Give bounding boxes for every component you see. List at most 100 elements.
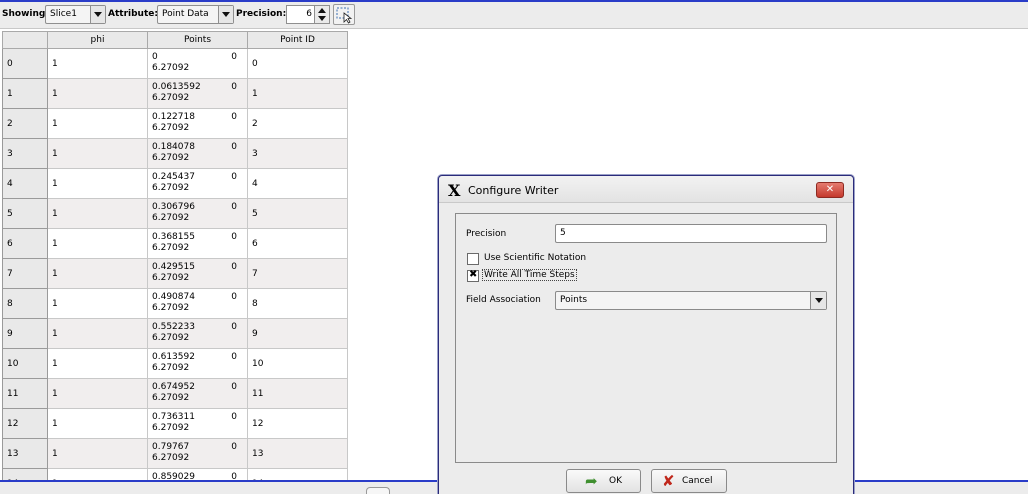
configure-writer-dialog: X Configure Writer ✕ Precision 5 Use Sci… — [438, 175, 854, 494]
cell-points[interactable]: 0.184078 0 6.27092 — [147, 138, 248, 169]
table-row[interactable]: 4 1 0.245437 0 6.27092 4 — [2, 168, 348, 199]
cell-point-id[interactable]: 1 — [247, 78, 348, 109]
write-all-time-steps-checkbox[interactable] — [467, 269, 479, 282]
table-row[interactable]: 12 1 0.736311 0 6.27092 12 — [2, 408, 348, 439]
table-row[interactable]: 1 1 0.0613592 0 6.27092 1 — [2, 78, 348, 109]
cell-phi[interactable]: 1 — [47, 378, 148, 409]
row-index-header[interactable]: 7 — [2, 258, 48, 289]
chevron-down-icon[interactable] — [90, 6, 105, 23]
close-button[interactable]: ✕ — [816, 182, 844, 198]
field-association-combo[interactable]: Points — [555, 291, 827, 310]
row-index-header[interactable]: 0 — [2, 48, 48, 79]
row-index-header[interactable]: 8 — [2, 288, 48, 319]
cell-point-id[interactable]: 5 — [247, 198, 348, 229]
spin-arrows[interactable] — [314, 6, 329, 23]
row-index-header[interactable]: 13 — [2, 438, 48, 469]
row-index-header[interactable]: 2 — [2, 108, 48, 139]
dialog-titlebar[interactable]: X Configure Writer ✕ — [439, 176, 853, 203]
table-row[interactable]: 3 1 0.184078 0 6.27092 3 — [2, 138, 348, 169]
table-row[interactable]: 8 1 0.490874 0 6.27092 8 — [2, 288, 348, 319]
cell-points[interactable]: 0.122718 0 6.27092 — [147, 108, 248, 139]
table-row[interactable]: 6 1 0.368155 0 6.27092 6 — [2, 228, 348, 259]
column-header-point-id[interactable]: Point ID — [247, 31, 348, 49]
cell-point-id[interactable]: 9 — [247, 318, 348, 349]
cell-point-id[interactable]: 12 — [247, 408, 348, 439]
precision-spinbox[interactable]: 6 — [286, 5, 330, 24]
showing-combo[interactable]: Slice1 — [45, 5, 106, 24]
attribute-combo[interactable]: Point Data — [157, 5, 234, 24]
cell-phi[interactable]: 1 — [47, 438, 148, 469]
cell-phi[interactable]: 1 — [47, 258, 148, 289]
cell-point-id[interactable]: 4 — [247, 168, 348, 199]
column-header-points[interactable]: Points — [147, 31, 248, 49]
cell-phi[interactable]: 1 — [47, 138, 148, 169]
cell-point-id[interactable]: 0 — [247, 48, 348, 79]
cell-points[interactable]: 0.79767 0 6.27092 — [147, 438, 248, 469]
row-index-header[interactable]: 9 — [2, 318, 48, 349]
point-component: 6.27092 — [152, 63, 190, 73]
cell-phi[interactable]: 1 — [47, 348, 148, 379]
table-row[interactable]: 7 1 0.429515 0 6.27092 7 — [2, 258, 348, 289]
table-row[interactable]: 13 1 0.79767 0 6.27092 13 — [2, 438, 348, 469]
row-index-header[interactable]: 1 — [2, 78, 48, 109]
cell-phi[interactable]: 1 — [47, 408, 148, 439]
cell-phi[interactable]: 1 — [47, 318, 148, 349]
attribute-value: Point Data — [162, 9, 209, 19]
scientific-notation-checkbox[interactable] — [467, 253, 479, 265]
cell-phi[interactable]: 1 — [47, 108, 148, 139]
corner-header[interactable] — [2, 31, 48, 49]
cell-phi[interactable]: 1 — [47, 228, 148, 259]
cell-phi[interactable]: 1 — [47, 198, 148, 229]
row-index-header[interactable]: 4 — [2, 168, 48, 199]
cell-point-id[interactable]: 7 — [247, 258, 348, 289]
cell-points[interactable]: 0.245437 0 6.27092 — [147, 168, 248, 199]
table-row[interactable]: 10 1 0.613592 0 6.27092 10 — [2, 348, 348, 379]
column-header-phi[interactable]: phi — [47, 31, 148, 49]
paraview-x-icon: X — [448, 181, 461, 200]
bottom-tab[interactable] — [366, 487, 390, 494]
cancel-button[interactable]: ✘ Cancel — [651, 469, 727, 493]
cell-points[interactable]: 0.674952 0 6.27092 — [147, 378, 248, 409]
table-row[interactable]: 9 1 0.552233 0 6.27092 9 — [2, 318, 348, 349]
cell-points[interactable]: 0.552233 0 6.27092 — [147, 318, 248, 349]
cell-points[interactable]: 0.736311 0 6.27092 — [147, 408, 248, 439]
row-index-header[interactable]: 6 — [2, 228, 48, 259]
table-row[interactable]: 11 1 0.674952 0 6.27092 11 — [2, 378, 348, 409]
table-row[interactable]: 2 1 0.122718 0 6.27092 2 — [2, 108, 348, 139]
point-component: 0 — [231, 442, 237, 452]
chevron-down-icon[interactable] — [218, 6, 233, 23]
cell-points[interactable]: 0.613592 0 6.27092 — [147, 348, 248, 379]
toggle-selection-button[interactable] — [333, 4, 355, 25]
cell-points[interactable]: 0.0613592 0 6.27092 — [147, 78, 248, 109]
spin-up-icon[interactable] — [318, 8, 326, 13]
cell-point-id[interactable]: 10 — [247, 348, 348, 379]
cell-points[interactable]: 0.490874 0 6.27092 — [147, 288, 248, 319]
cell-points[interactable]: 0.306796 0 6.27092 — [147, 198, 248, 229]
row-index-header[interactable]: 10 — [2, 348, 48, 379]
precision-field[interactable]: 5 — [555, 224, 827, 243]
cell-point-id[interactable]: 13 — [247, 438, 348, 469]
chevron-down-icon[interactable] — [810, 292, 826, 309]
cell-point-id[interactable]: 3 — [247, 138, 348, 169]
cell-phi[interactable]: 1 — [47, 168, 148, 199]
cell-points[interactable]: 0 0 6.27092 — [147, 48, 248, 79]
table-row[interactable]: 5 1 0.306796 0 6.27092 5 — [2, 198, 348, 229]
row-index-header[interactable]: 11 — [2, 378, 48, 409]
table-row[interactable]: 0 1 0 0 6.27092 0 — [2, 48, 348, 79]
cell-phi[interactable]: 1 — [47, 78, 148, 109]
spin-down-icon[interactable] — [318, 16, 326, 21]
cell-point-id[interactable]: 11 — [247, 378, 348, 409]
cell-points[interactable]: 0.368155 0 6.27092 — [147, 228, 248, 259]
cell-point-id[interactable]: 2 — [247, 108, 348, 139]
row-index-header[interactable]: 12 — [2, 408, 48, 439]
ok-button[interactable]: ➦ OK — [566, 469, 641, 493]
cell-phi[interactable]: 1 — [47, 288, 148, 319]
point-component: 0.184078 — [152, 142, 195, 152]
row-index-header[interactable]: 5 — [2, 198, 48, 229]
point-component: 6.27092 — [152, 243, 190, 253]
cell-points[interactable]: 0.429515 0 6.27092 — [147, 258, 248, 289]
cell-phi[interactable]: 1 — [47, 48, 148, 79]
row-index-header[interactable]: 3 — [2, 138, 48, 169]
cell-point-id[interactable]: 8 — [247, 288, 348, 319]
cell-point-id[interactable]: 6 — [247, 228, 348, 259]
